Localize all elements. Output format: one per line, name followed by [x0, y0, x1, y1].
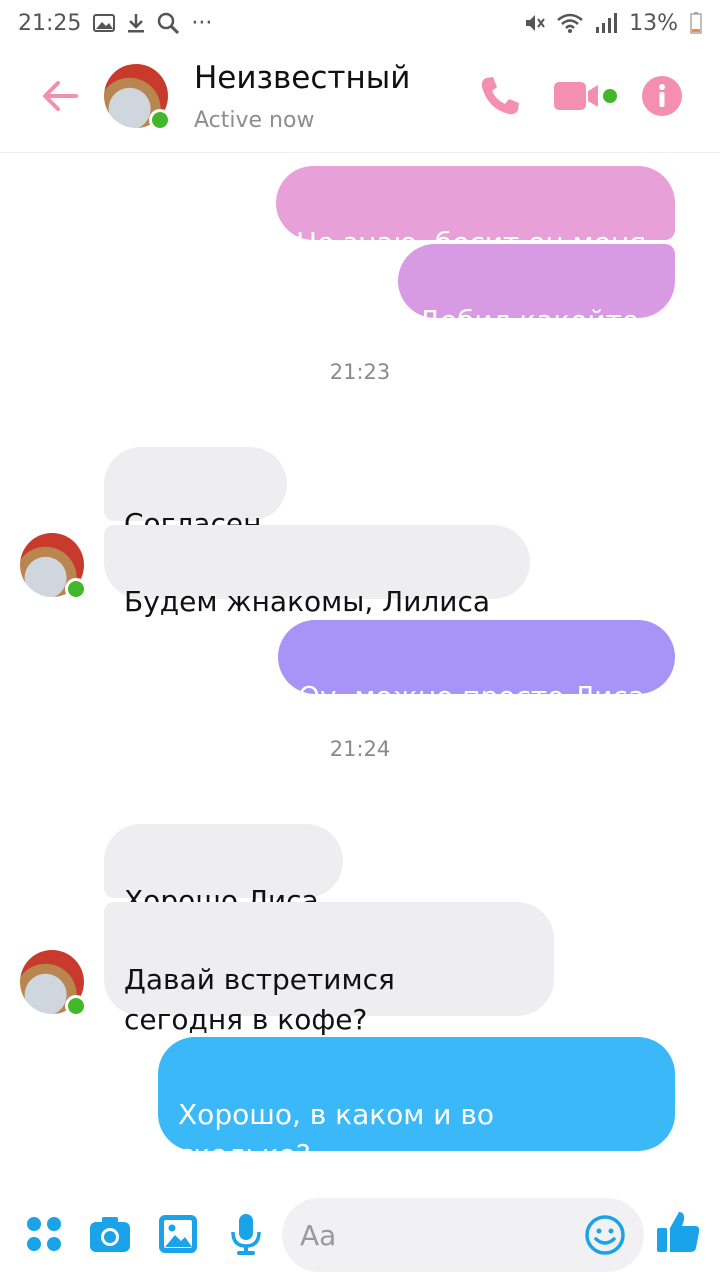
camera-button[interactable] [88, 1212, 132, 1256]
camera-icon [90, 1217, 130, 1252]
info-button[interactable] [640, 74, 684, 118]
status-time: 21:25 [18, 10, 82, 36]
conversation-header: Неизвестный Active now [0, 46, 720, 153]
more-notifications-icon: ··· [191, 10, 213, 36]
online-indicator [65, 995, 87, 1017]
voice-button[interactable] [224, 1212, 268, 1256]
outgoing-message[interactable]: Хорошо, в каком и во сколько? [158, 1037, 675, 1171]
online-indicator [65, 578, 87, 600]
apps-icon [27, 1217, 61, 1251]
battery-percent: 13% [629, 10, 678, 36]
message-text: Оу, можно просто Лиса [298, 680, 645, 713]
sender-avatar[interactable] [20, 533, 87, 600]
back-button[interactable] [38, 74, 82, 118]
battery-icon [690, 12, 702, 34]
search-icon [157, 12, 180, 34]
gallery-button[interactable] [156, 1212, 200, 1256]
like-button[interactable] [654, 1208, 702, 1256]
download-icon [127, 13, 145, 33]
back-arrow-icon [43, 81, 78, 111]
message-input[interactable]: Aa [282, 1198, 644, 1272]
message-text: Будем жнакомы, Лилиса [124, 585, 491, 618]
video-call-button[interactable] [552, 76, 622, 116]
incoming-message[interactable]: Давай встретимся сегодня в кофе? [104, 902, 554, 1036]
signal-icon [595, 13, 618, 33]
outgoing-message[interactable]: Оу, можно просто Лиса [278, 620, 675, 713]
message-input-placeholder: Aa [300, 1218, 337, 1252]
video-camera-icon [554, 82, 617, 110]
incoming-message[interactable]: Хорошо,Лиса [104, 824, 343, 917]
emoji-icon [585, 1215, 625, 1255]
avatar-image [20, 533, 87, 600]
message-composer: Aa [0, 1190, 720, 1280]
contact-name[interactable]: Неизвестный [194, 60, 410, 96]
phone-icon [481, 77, 519, 115]
incoming-message[interactable]: Будем жнакомы, Лилиса [104, 525, 530, 618]
contact-status: Active now [194, 108, 315, 133]
microphone-icon [231, 1214, 261, 1255]
avatar-image [104, 64, 171, 131]
status-bar: 21:25 ··· 13% [0, 0, 720, 46]
message-text: Давай встретимся сегодня в кофе? [124, 963, 395, 1036]
outgoing-message[interactable]: Не знаю, бесит он меня [276, 166, 675, 259]
info-icon [642, 76, 682, 116]
online-indicator [149, 109, 171, 131]
gallery-notification-icon [93, 14, 116, 32]
contact-avatar[interactable] [104, 64, 171, 131]
wifi-icon [557, 13, 583, 33]
timestamp: 21:24 [329, 737, 391, 761]
sender-avatar[interactable] [20, 950, 87, 1017]
avatar-image [20, 950, 87, 1017]
apps-button[interactable] [22, 1212, 66, 1256]
message-text: Дебил какойто [418, 304, 640, 337]
outgoing-message[interactable]: Дебил какойто [398, 244, 675, 337]
timestamp: 21:23 [329, 360, 391, 384]
image-icon [159, 1215, 197, 1253]
call-button[interactable] [476, 72, 524, 120]
emoji-button[interactable] [584, 1214, 626, 1256]
message-text: Хорошо, в каком и во сколько? [178, 1098, 495, 1171]
thumbs-up-icon [657, 1212, 700, 1252]
mute-icon [523, 12, 545, 34]
incoming-message[interactable]: Согласен [104, 447, 287, 540]
